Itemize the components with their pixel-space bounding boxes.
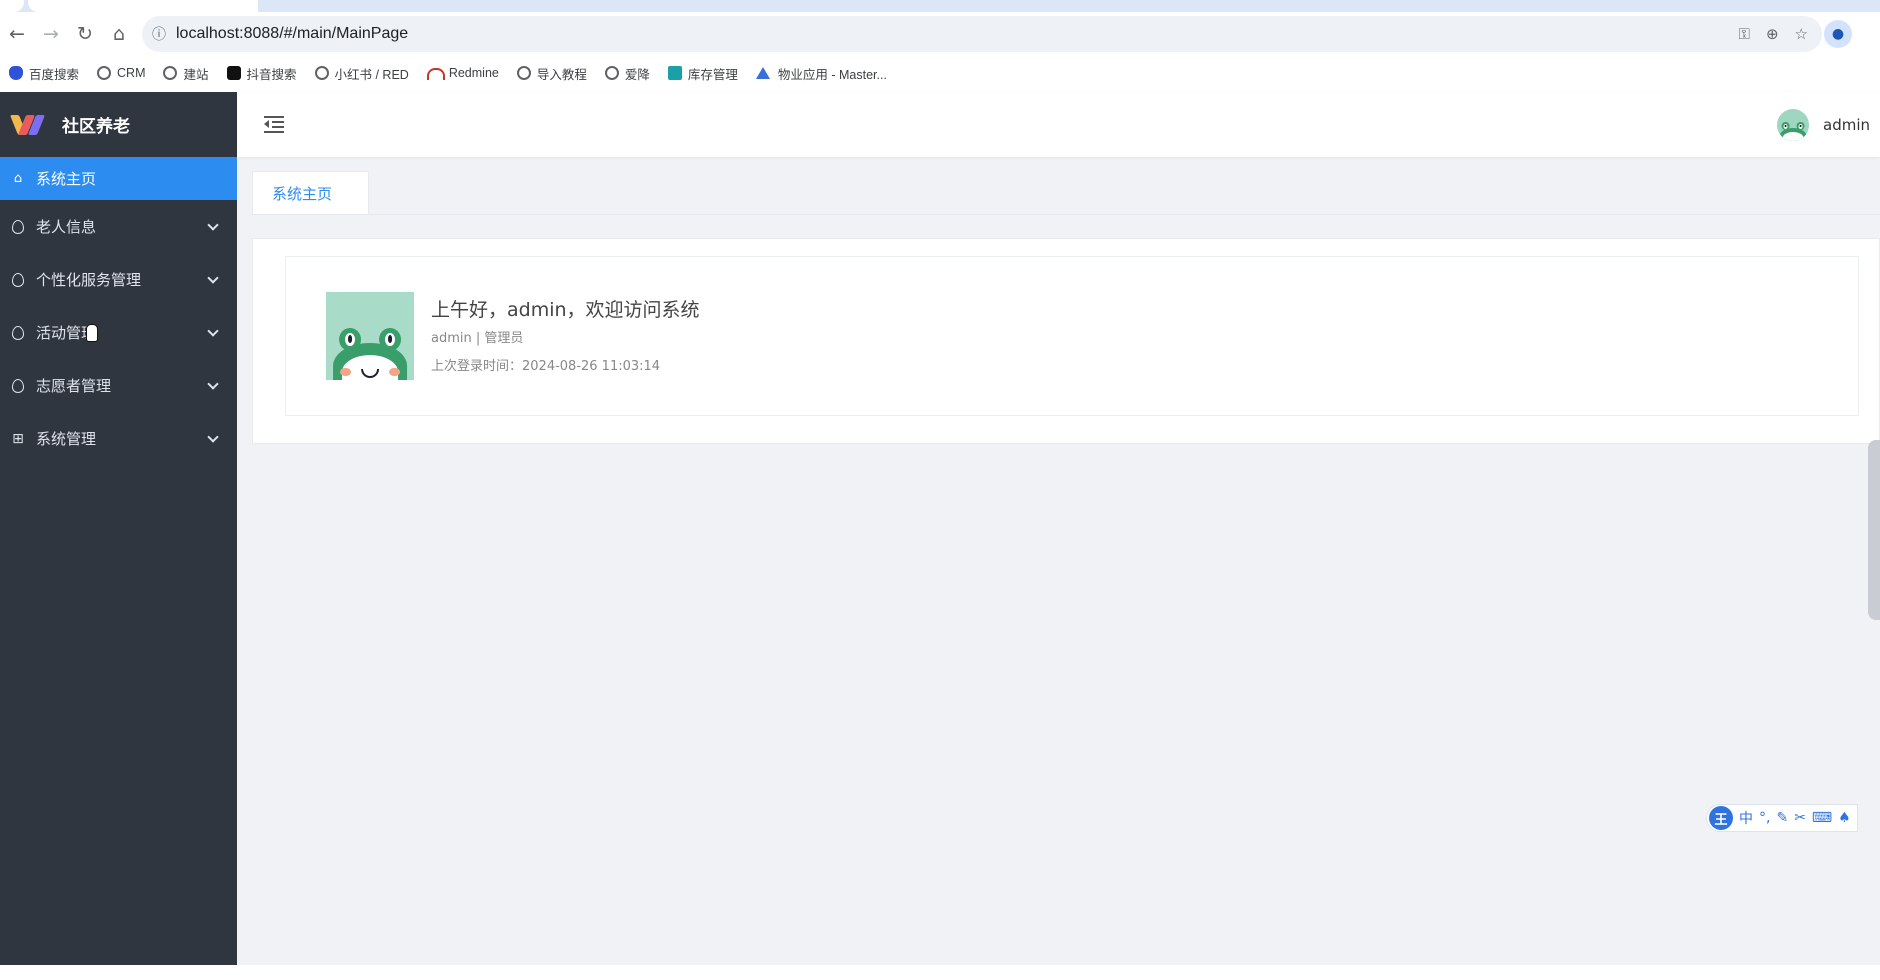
bookmark-item[interactable]: 物业应用 - Master... — [747, 59, 896, 87]
sidebar: 社区养老 ⌂ 系统主页 老人信息 个性化服务管理 活动管理 志愿者管理 ⊞ 系统… — [0, 92, 237, 965]
bookmark-item[interactable]: 导入教程 — [508, 59, 596, 87]
tab-bar: 系统主页 — [252, 171, 370, 215]
ime-logo-icon[interactable]: 王 — [1709, 806, 1733, 830]
star-icon[interactable]: ☆ — [1795, 25, 1808, 43]
home-icon[interactable]: ⌂ — [102, 17, 136, 51]
bookmark-item[interactable]: 爱降 — [596, 59, 659, 87]
menu-toggle-icon[interactable] — [264, 115, 284, 133]
scissors-icon[interactable]: ✂ — [1794, 810, 1806, 826]
globe-icon — [163, 66, 178, 80]
ime-toolbar[interactable]: 王 中 °, ✎ ✂ ⌨ ♠ — [1706, 804, 1858, 832]
bookmarks-bar: 百度搜索 CRM 建站 抖音搜索 小红书 / RED Redmine 导入教程 … — [0, 56, 1880, 90]
chevron-down-icon — [207, 218, 219, 231]
sidebar-item-personal-service[interactable]: 个性化服务管理 — [0, 253, 237, 306]
globe-icon — [314, 66, 329, 80]
bookmark-item[interactable]: 百度搜索 — [0, 59, 88, 87]
bookmark-item[interactable]: 库存管理 — [659, 59, 747, 87]
chevron-down-icon — [207, 377, 219, 390]
last-login-time: 上次登录时间：2024-08-26 11:03:14 — [431, 359, 661, 374]
back-icon[interactable]: ← — [0, 17, 34, 51]
sidebar-item-label: 老人信息 — [36, 218, 97, 236]
frog-avatar-icon — [333, 324, 407, 380]
user-role: admin | 管理员 — [431, 331, 524, 346]
browser-toolbar: ← → ↻ ⌂ ⓘ localhost:8088/#/main/MainPage… — [0, 12, 1880, 56]
browser-tabstrip — [0, 0, 1880, 12]
avatar — [326, 292, 414, 380]
chevron-down-icon — [207, 324, 219, 337]
skin-icon[interactable]: ♠ — [1838, 810, 1851, 826]
chevron-down-icon — [207, 430, 219, 443]
welcome-greeting: 上午好，admin，欢迎访问系统 — [431, 299, 700, 321]
welcome-card: 上午好，admin，欢迎访问系统 admin | 管理员 上次登录时间：2024… — [285, 256, 1859, 416]
sidebar-item-label: 系统主页 — [36, 170, 97, 188]
bottom-strip — [0, 965, 1880, 980]
redmine-icon — [426, 66, 445, 80]
globe-icon — [604, 66, 619, 80]
user-menu[interactable]: admin — [1777, 107, 1870, 143]
omnibox-actions: ⚿ ⊕ ☆ — [1739, 16, 1808, 52]
app-title: 社区养老 — [62, 117, 130, 137]
active-tab[interactable] — [28, 0, 258, 12]
bookmark-item[interactable]: 建站 — [154, 59, 217, 87]
home-icon: ⌂ — [13, 171, 23, 186]
tiktok-icon — [226, 66, 241, 80]
ime-mode[interactable]: 中 — [1739, 808, 1753, 828]
baidu-icon — [9, 66, 23, 80]
address-bar[interactable]: ⓘ localhost:8088/#/main/MainPage ⚿ ⊕ ☆ — [142, 16, 1822, 52]
bookmark-item[interactable]: 小红书 / RED — [306, 59, 418, 87]
keyboard-icon[interactable]: ⌨ — [1812, 810, 1832, 826]
app-root: 社区养老 ⌂ 系统主页 老人信息 个性化服务管理 活动管理 志愿者管理 ⊞ 系统… — [0, 92, 1880, 965]
chevron-down-icon — [207, 271, 219, 284]
username[interactable]: admin — [1823, 116, 1870, 134]
sidebar-item-label: 志愿者管理 — [36, 377, 112, 395]
sidebar-item-volunteer[interactable]: 志愿者管理 — [0, 359, 237, 412]
forward-icon[interactable]: → — [34, 17, 68, 51]
sidebar-item-system[interactable]: ⊞ 系统管理 — [0, 412, 237, 465]
tab-home[interactable]: 系统主页 — [252, 171, 370, 215]
tab-divider — [252, 214, 1880, 215]
drop-icon — [10, 325, 26, 341]
sidebar-item-elderly-info[interactable]: 老人信息 — [0, 200, 237, 253]
side-scroll-handle[interactable] — [1868, 440, 1880, 620]
globe-icon — [97, 66, 112, 80]
app-logo[interactable]: 社区养老 — [0, 92, 237, 157]
grid-icon: ⊞ — [12, 430, 24, 447]
tab-edge — [0, 0, 24, 12]
frog-avatar-icon — [1779, 121, 1807, 141]
main-content: 上午好，admin，欢迎访问系统 admin | 管理员 上次登录时间：2024… — [252, 238, 1880, 444]
site-info-icon[interactable]: ⓘ — [142, 24, 176, 44]
url-text[interactable]: localhost:8088/#/main/MainPage — [176, 25, 408, 43]
profile-icon[interactable]: ● — [1824, 20, 1852, 48]
sidebar-item-home[interactable]: ⌂ 系统主页 — [0, 157, 237, 200]
drop-icon — [10, 378, 26, 394]
zoom-icon[interactable]: ⊕ — [1766, 25, 1779, 43]
globe-icon — [516, 66, 531, 80]
pen-icon[interactable]: ✎ — [1776, 810, 1788, 826]
hand-cursor-icon — [86, 324, 100, 346]
bookmark-item[interactable]: CRM — [88, 59, 154, 87]
sidebar-item-label: 个性化服务管理 — [36, 271, 142, 289]
logo-mark-icon — [9, 114, 46, 135]
bookmark-item[interactable]: Redmine — [418, 59, 508, 87]
key-icon[interactable]: ⚿ — [1739, 25, 1750, 43]
avatar[interactable] — [1777, 109, 1809, 141]
ime-punct[interactable]: °, — [1759, 810, 1770, 826]
sidebar-item-label: 系统管理 — [36, 430, 97, 448]
reload-icon[interactable]: ↻ — [68, 17, 102, 51]
app-icon — [667, 66, 682, 80]
drop-icon — [10, 272, 26, 288]
bookmark-item[interactable]: 抖音搜索 — [218, 59, 306, 87]
triangle-icon — [755, 66, 772, 80]
drop-icon — [10, 219, 26, 235]
top-header: admin — [237, 92, 1880, 157]
sidebar-item-activity[interactable]: 活动管理 — [0, 306, 237, 359]
